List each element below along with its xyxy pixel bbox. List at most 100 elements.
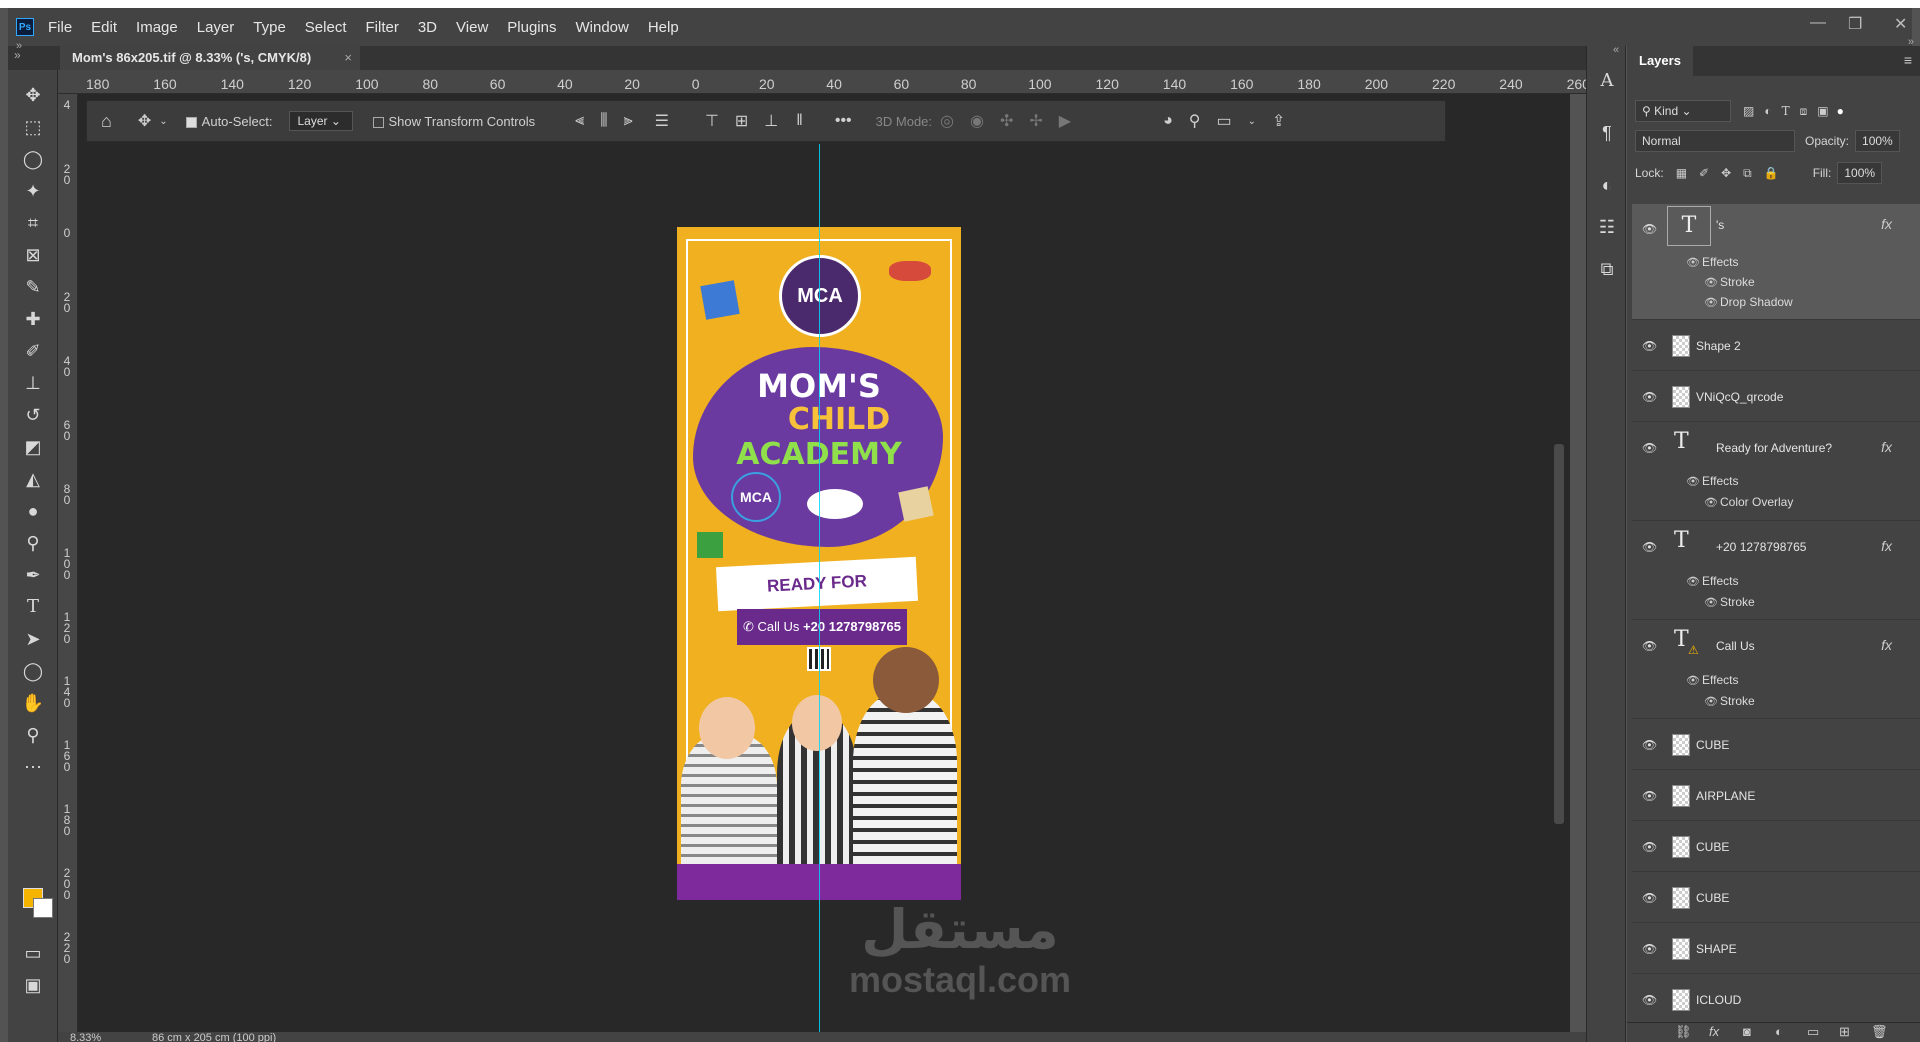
- layer-fx-icon[interactable]: fx: [1881, 538, 1892, 554]
- filter-type-icon[interactable]: T: [1782, 104, 1790, 118]
- dodge-tool-icon[interactable]: ⚲: [20, 530, 46, 556]
- menu-plugins[interactable]: Plugins: [507, 19, 556, 36]
- visibility-eye-icon[interactable]: 👁: [1642, 339, 1658, 353]
- layer-name[interactable]: Shape 2: [1696, 339, 1741, 353]
- pen-tool-icon[interactable]: ✒: [20, 562, 46, 588]
- align-bottom-icon[interactable]: ⊥: [764, 111, 778, 131]
- new-layer-icon[interactable]: ⊞: [1839, 1024, 1850, 1040]
- visibility-eye-icon[interactable]: 👁: [1642, 540, 1658, 554]
- home-icon[interactable]: ⌂: [101, 111, 112, 132]
- layer-name[interactable]: 's: [1716, 218, 1724, 232]
- layer-row[interactable]: 👁 CUBE: [1632, 720, 1920, 770]
- filter-toggle-icon[interactable]: ●: [1837, 104, 1844, 118]
- add-mask-icon[interactable]: ◙: [1743, 1024, 1751, 1039]
- menu-select[interactable]: Select: [305, 19, 347, 36]
- magic-wand-icon[interactable]: ✦: [20, 178, 46, 204]
- adjustments-panel-icon[interactable]: ☷: [1594, 214, 1620, 240]
- tab-layers[interactable]: Layers: [1627, 46, 1693, 76]
- background-color-swatch[interactable]: [33, 898, 53, 918]
- layer-fx-icon[interactable]: fx: [1881, 637, 1892, 653]
- toolbar-collapse-icon[interactable]: »: [16, 40, 22, 52]
- search-icon[interactable]: ⚲: [1189, 111, 1201, 131]
- hand-tool-icon[interactable]: ✋: [20, 690, 46, 716]
- layer-row[interactable]: 👁 Shape 2: [1632, 321, 1920, 371]
- 3d-camera-icon[interactable]: ▶: [1059, 111, 1071, 131]
- layer-fx-icon[interactable]: fx: [1881, 216, 1892, 232]
- adjustment-layer-icon[interactable]: ◐: [1775, 1024, 1783, 1039]
- document-tab[interactable]: Mom's 86x205.tif @ 8.33% ('s, CMYK/8) ×: [60, 46, 360, 70]
- workspace-chevron-icon[interactable]: ⌄: [1248, 116, 1256, 127]
- layer-name[interactable]: CUBE: [1696, 891, 1729, 905]
- visibility-eye-icon[interactable]: 👁: [1642, 222, 1658, 236]
- fill-input[interactable]: 100%: [1837, 162, 1883, 184]
- blend-mode-dropdown[interactable]: Normal: [1635, 130, 1795, 152]
- effect-eye-icon[interactable]: 👁: [1704, 496, 1718, 509]
- marquee-tool-icon[interactable]: ⬚: [20, 114, 46, 140]
- quick-mask-icon[interactable]: ▭: [20, 940, 46, 966]
- layer-row[interactable]: 👁 CUBE: [1632, 822, 1920, 872]
- path-selection-icon[interactable]: ➤: [20, 626, 46, 652]
- lasso-tool-icon[interactable]: ◯: [20, 146, 46, 172]
- vertical-guide[interactable]: [819, 144, 820, 1042]
- more-tools-icon[interactable]: ⋯: [20, 754, 46, 780]
- panel-menu-icon[interactable]: ≡: [1904, 52, 1912, 68]
- new-group-icon[interactable]: ▭: [1807, 1024, 1819, 1040]
- 3d-orbit-icon[interactable]: ◎: [940, 111, 954, 131]
- effect-eye-icon[interactable]: 👁: [1704, 296, 1718, 309]
- menu-view[interactable]: View: [456, 19, 488, 36]
- align-right-icon[interactable]: ⫸: [624, 112, 633, 130]
- filter-kind-dropdown[interactable]: ⚲ Kind ⌄: [1635, 100, 1731, 122]
- lock-artboard-icon[interactable]: ⧉: [1743, 166, 1752, 181]
- filter-smart-object-icon[interactable]: ▣: [1817, 104, 1828, 118]
- layer-name[interactable]: SHAPE: [1696, 942, 1737, 956]
- layer-name[interactable]: +20 1278798765: [1716, 540, 1806, 554]
- layer-name[interactable]: CUBE: [1696, 738, 1729, 752]
- opacity-input[interactable]: 100%: [1855, 130, 1900, 152]
- history-brush-icon[interactable]: ↺: [20, 402, 46, 428]
- filter-shape-icon[interactable]: ⧈: [1800, 104, 1808, 119]
- brush-tool-icon[interactable]: ✐: [20, 338, 46, 364]
- align-center-icon[interactable]: ⫼: [600, 112, 607, 130]
- auto-select-checkbox[interactable]: [185, 116, 197, 128]
- color-panel-icon[interactable]: ◐: [1594, 172, 1620, 198]
- panel-collapse-icon[interactable]: »: [1908, 36, 1914, 48]
- menu-help[interactable]: Help: [648, 19, 679, 36]
- layer-row[interactable]: 👁 T +20 1278798765 fx 👁 Effects 👁 Stroke: [1632, 522, 1920, 620]
- restore-icon[interactable]: ❐: [1848, 14, 1862, 34]
- libraries-panel-icon[interactable]: ⧉: [1594, 256, 1620, 282]
- character-panel-icon[interactable]: A: [1594, 68, 1620, 94]
- close-tab-icon[interactable]: ×: [344, 50, 352, 65]
- paint-bucket-icon[interactable]: ◭: [20, 466, 46, 492]
- visibility-eye-icon[interactable]: 👁: [1642, 738, 1658, 752]
- align-middle-icon[interactable]: ⊞: [735, 111, 748, 131]
- blur-tool-icon[interactable]: ●: [20, 498, 46, 524]
- menu-filter[interactable]: Filter: [366, 19, 399, 36]
- screen-mode-icon[interactable]: ▣: [20, 972, 46, 998]
- filter-adjustment-icon[interactable]: ◐: [1764, 104, 1771, 118]
- move-tool-preset-icon[interactable]: ✥: [138, 111, 151, 131]
- layer-row[interactable]: 👁 T 's fx 👁 Effects 👁 Stroke 👁 Drop Shad…: [1632, 204, 1920, 320]
- layer-row[interactable]: 👁 AIRPLANE: [1632, 771, 1920, 821]
- layer-name[interactable]: Call Us: [1716, 639, 1755, 653]
- align-top-icon[interactable]: ⊤: [705, 111, 719, 131]
- share-icon[interactable]: ⇪: [1272, 111, 1285, 131]
- effects-eye-icon[interactable]: 👁: [1686, 256, 1700, 269]
- visibility-eye-icon[interactable]: 👁: [1642, 390, 1658, 404]
- photoshop-logo-icon[interactable]: Ps: [16, 18, 34, 36]
- lock-pixels-icon[interactable]: ✐: [1699, 166, 1709, 180]
- workspace-icon[interactable]: ▭: [1216, 111, 1231, 131]
- show-transform-checkbox[interactable]: [372, 116, 384, 128]
- visibility-eye-icon[interactable]: 👁: [1642, 840, 1658, 854]
- crop-tool-icon[interactable]: ⌗: [20, 210, 46, 236]
- menu-file[interactable]: File: [48, 19, 72, 36]
- layer-fx-icon[interactable]: fx: [1881, 439, 1892, 455]
- vertical-scrollbar[interactable]: [1554, 444, 1564, 824]
- layer-row[interactable]: 👁 T Ready for Adventure? fx 👁 Effects 👁 …: [1632, 423, 1920, 521]
- lock-transparency-icon[interactable]: ▦: [1676, 166, 1687, 180]
- menu-type[interactable]: Type: [253, 19, 286, 36]
- layer-name[interactable]: ICLOUD: [1696, 993, 1741, 1007]
- layer-name[interactable]: Ready for Adventure?: [1716, 441, 1832, 455]
- effect-stroke[interactable]: Stroke: [1720, 595, 1755, 609]
- auto-select-target-dropdown[interactable]: Layer ⌄: [288, 111, 353, 131]
- healing-brush-icon[interactable]: ✚: [20, 306, 46, 332]
